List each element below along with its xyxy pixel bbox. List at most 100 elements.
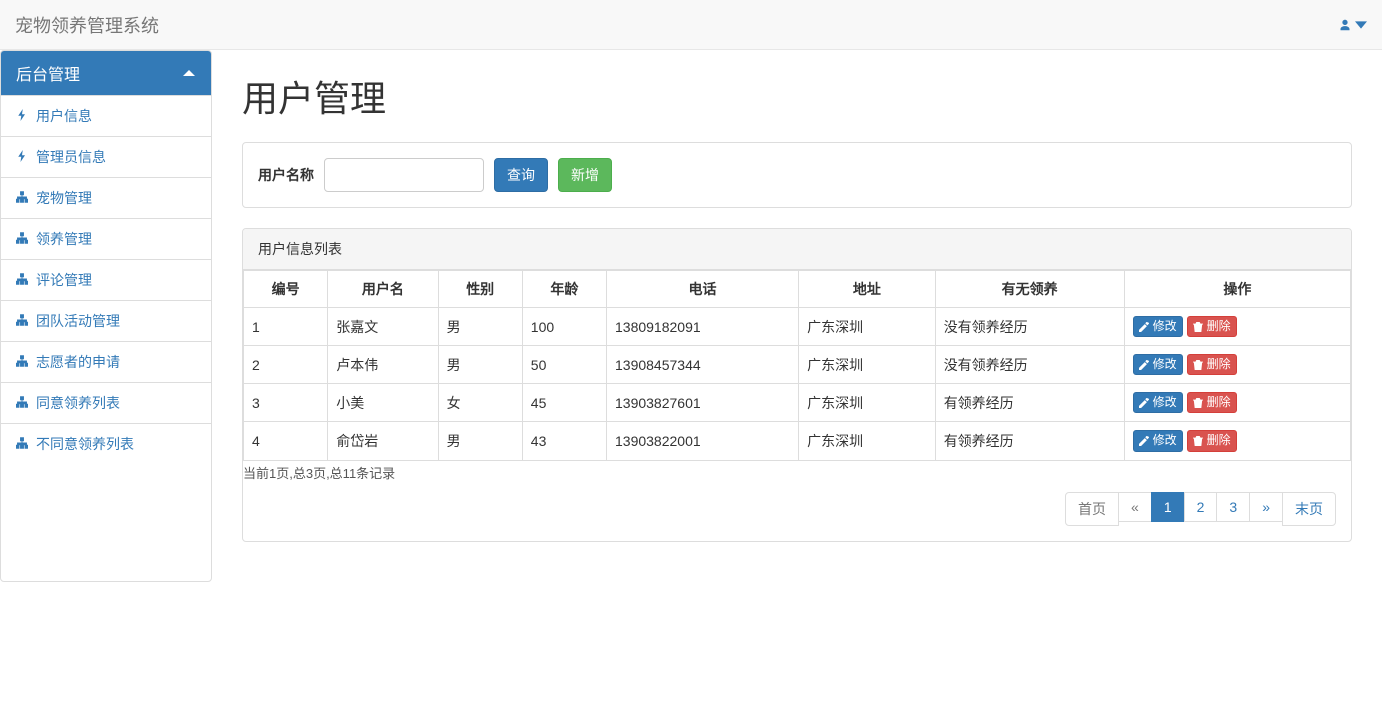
sidebar-item-label: 团队活动管理 (36, 311, 120, 331)
table-cell-phone: 13903822001 (607, 422, 799, 460)
delete-button[interactable]: 删除 (1187, 316, 1237, 337)
table-column-header: 编号 (244, 271, 328, 308)
trash-icon (1193, 322, 1203, 332)
edit-button[interactable]: 修改 (1133, 430, 1183, 451)
sidebar: 后台管理 用户信息管理员信息宠物管理领养管理评论管理团队活动管理志愿者的申请同意… (0, 50, 212, 582)
sidebar-link[interactable]: 用户信息 (1, 96, 211, 136)
sidebar-item: 同意领养列表 (1, 382, 211, 423)
sidebar-item: 管理员信息 (1, 136, 211, 177)
table-cell-address: 广东深圳 (799, 346, 936, 384)
search-input[interactable] (324, 158, 484, 192)
sidebar-item: 评论管理 (1, 259, 211, 300)
table-row: 1张嘉文男10013809182091广东深圳没有领养经历修改 删除 (244, 308, 1351, 346)
pagination-last[interactable]: 末页 (1282, 492, 1336, 526)
flash-icon (16, 149, 28, 165)
pagination-prev[interactable]: « (1118, 492, 1152, 522)
sidebar-link[interactable]: 不同意领养列表 (1, 424, 211, 464)
table-row: 4俞岱岩男4313903822001广东深圳有领养经历修改 删除 (244, 422, 1351, 460)
pencil-icon (1139, 398, 1149, 408)
table-cell-username: 俞岱岩 (328, 422, 438, 460)
table-cell-phone: 13903827601 (607, 384, 799, 422)
sidebar-item: 宠物管理 (1, 177, 211, 218)
sidebar-link[interactable]: 评论管理 (1, 260, 211, 300)
user-menu[interactable] (1339, 19, 1367, 31)
table-column-header: 操作 (1124, 271, 1350, 308)
search-label: 用户名称 (258, 165, 314, 185)
table-cell-adoption: 有领养经历 (935, 422, 1124, 460)
flash-icon (16, 108, 28, 124)
navbar-brand[interactable]: 宠物领养管理系统 (15, 12, 159, 38)
navbar: 宠物领养管理系统 (0, 0, 1382, 50)
sitemap-icon (16, 313, 28, 329)
table-cell-ops: 修改 删除 (1124, 346, 1350, 384)
delete-button-label: 删除 (1207, 394, 1231, 411)
table-column-header: 年龄 (522, 271, 606, 308)
edit-button[interactable]: 修改 (1133, 392, 1183, 413)
table-cell-ops: 修改 删除 (1124, 422, 1350, 460)
table-cell-age: 45 (522, 384, 606, 422)
table-panel: 用户信息列表 编号用户名性别年龄电话地址有无领养操作 1张嘉文男10013809… (242, 228, 1352, 542)
table-cell-id: 2 (244, 346, 328, 384)
sidebar-link[interactable]: 志愿者的申请 (1, 342, 211, 382)
sidebar-item-label: 志愿者的申请 (36, 352, 120, 372)
sidebar-item: 用户信息 (1, 95, 211, 136)
sidebar-heading[interactable]: 后台管理 (1, 51, 211, 95)
sidebar-link[interactable]: 同意领养列表 (1, 383, 211, 423)
sitemap-icon (16, 272, 28, 288)
table-cell-age: 43 (522, 422, 606, 460)
search-button[interactable]: 查询 (494, 158, 548, 192)
sitemap-icon (16, 231, 28, 247)
user-icon (1339, 19, 1351, 31)
table-column-header: 用户名 (328, 271, 438, 308)
sitemap-icon (16, 436, 28, 452)
delete-button[interactable]: 删除 (1187, 392, 1237, 413)
delete-button-label: 删除 (1207, 432, 1231, 449)
sidebar-item-label: 同意领养列表 (36, 393, 120, 413)
edit-button-label: 修改 (1153, 432, 1177, 449)
table-cell-age: 100 (522, 308, 606, 346)
pencil-icon (1139, 360, 1149, 370)
trash-icon (1193, 360, 1203, 370)
caret-down-icon (1355, 19, 1367, 31)
pagination-page[interactable]: 3 (1216, 492, 1250, 522)
sidebar-item: 领养管理 (1, 218, 211, 259)
table-cell-ops: 修改 删除 (1124, 384, 1350, 422)
pagination-next[interactable]: » (1249, 492, 1283, 522)
table-heading: 用户信息列表 (243, 229, 1351, 270)
delete-button-label: 删除 (1207, 318, 1231, 335)
chevron-up-icon (182, 66, 196, 80)
table-cell-id: 3 (244, 384, 328, 422)
table-cell-adoption: 没有领养经历 (935, 308, 1124, 346)
sidebar-item-label: 宠物管理 (36, 188, 92, 208)
edit-button-label: 修改 (1153, 318, 1177, 335)
table-cell-username: 张嘉文 (328, 308, 438, 346)
pagination-page[interactable]: 2 (1184, 492, 1218, 522)
sidebar-link[interactable]: 团队活动管理 (1, 301, 211, 341)
sidebar-item-label: 评论管理 (36, 270, 92, 290)
delete-button[interactable]: 删除 (1187, 430, 1237, 451)
table-column-header: 地址 (799, 271, 936, 308)
add-button[interactable]: 新增 (558, 158, 612, 192)
pagination-info: 当前1页,总3页,总11条记录 (243, 463, 1351, 482)
sidebar-item: 团队活动管理 (1, 300, 211, 341)
delete-button-label: 删除 (1207, 356, 1231, 373)
edit-button[interactable]: 修改 (1133, 316, 1183, 337)
delete-button[interactable]: 删除 (1187, 354, 1237, 375)
sidebar-item-label: 用户信息 (36, 106, 92, 126)
pagination-first[interactable]: 首页 (1065, 492, 1119, 526)
sitemap-icon (16, 354, 28, 370)
sidebar-link[interactable]: 管理员信息 (1, 137, 211, 177)
table-cell-phone: 13908457344 (607, 346, 799, 384)
content-area: 用户管理 用户名称 查询 新增 用户信息列表 编号用户名性别年龄电话地址有无领养… (212, 50, 1382, 582)
pagination-page[interactable]: 1 (1151, 492, 1185, 522)
search-panel: 用户名称 查询 新增 (242, 142, 1352, 208)
sidebar-link[interactable]: 宠物管理 (1, 178, 211, 218)
sitemap-icon (16, 190, 28, 206)
sidebar-item-label: 领养管理 (36, 229, 92, 249)
sidebar-link[interactable]: 领养管理 (1, 219, 211, 259)
trash-icon (1193, 398, 1203, 408)
table-cell-username: 小美 (328, 384, 438, 422)
edit-button[interactable]: 修改 (1133, 354, 1183, 375)
table-cell-id: 1 (244, 308, 328, 346)
table-cell-adoption: 没有领养经历 (935, 346, 1124, 384)
